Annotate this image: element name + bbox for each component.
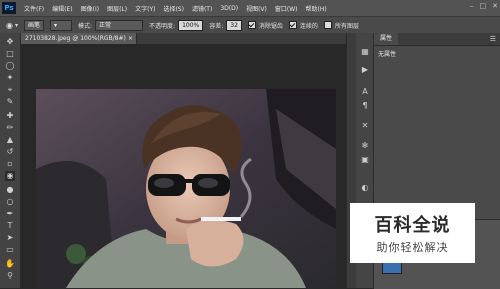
chevron-down-icon: ▾ — [14, 21, 18, 29]
opacity-field[interactable]: 100% — [178, 19, 204, 31]
hand-icon[interactable]: ✋ — [5, 259, 15, 269]
panel-menu-icon[interactable]: ☰ — [490, 35, 496, 43]
pattern-picker[interactable]: ▾ — [50, 19, 73, 31]
checkbox-icon — [247, 21, 256, 29]
dodge-icon[interactable]: ○ — [5, 197, 15, 207]
mode-select[interactable]: 正常 — [95, 19, 144, 31]
document-tab[interactable]: 27103828.jpeg @ 100%(RGB/8#) × — [21, 33, 137, 44]
tab-properties[interactable]: 属性 — [374, 33, 399, 45]
menu-image[interactable]: 图像(I) — [81, 4, 99, 13]
menu-help[interactable]: 帮助(H) — [306, 4, 327, 13]
document-image — [36, 89, 336, 288]
document-title: 27103828.jpeg @ 100%(RGB/8#) — [25, 35, 126, 42]
menu-type[interactable]: 文字(Y) — [135, 4, 155, 13]
path-select-icon[interactable]: ➤ — [5, 233, 15, 243]
menu-edit[interactable]: 编辑(E) — [52, 4, 72, 13]
crop-icon[interactable]: ⌖ — [5, 85, 15, 95]
window-controls: – □ ✕ — [470, 2, 498, 10]
lasso-icon[interactable]: ◯ — [5, 61, 15, 71]
clone-stamp-icon[interactable]: ▲ — [5, 135, 15, 145]
fill-source-select[interactable]: 画笔 — [24, 19, 45, 31]
panel-tab-bar: 属性 ☰ — [374, 33, 500, 46]
antialias-checkbox[interactable]: 消除锯齿 — [247, 21, 283, 30]
pattern-swatch: ▾ — [50, 19, 73, 31]
menu-3d[interactable]: 3D(D) — [220, 5, 238, 12]
healing-icon[interactable]: ✚ — [5, 111, 15, 121]
mode-label: 模式: — [78, 22, 93, 30]
brush-panel-icon[interactable]: ✻ — [360, 141, 370, 151]
actions-panel-icon[interactable]: ▶ — [360, 65, 370, 75]
close-tab-icon[interactable]: × — [128, 33, 133, 44]
contiguous-label: 连续的 — [299, 22, 318, 30]
paint-bucket-icon: ◉ — [6, 20, 13, 30]
properties-empty-text: 无属性 — [378, 51, 397, 58]
fill-source-value: 画笔 — [24, 19, 45, 31]
history-brush-icon[interactable]: ↺ — [5, 147, 15, 157]
menu-filter[interactable]: 滤镜(T) — [192, 4, 212, 13]
checkbox-icon — [323, 21, 332, 29]
quick-select-icon[interactable]: ✦ — [5, 73, 15, 83]
menu-layer[interactable]: 图层(L) — [107, 4, 127, 13]
paint-bucket-icon[interactable]: ◉ — [5, 171, 15, 181]
opacity-label: 不透明度: — [149, 22, 176, 30]
tolerance-field[interactable]: 32 — [226, 19, 242, 31]
eyedropper-icon[interactable]: ✎ — [5, 97, 15, 107]
watermark-title: 百科全说 — [374, 215, 451, 236]
eraser-icon[interactable]: ▫ — [5, 159, 15, 169]
character-panel-icon[interactable]: A — [360, 87, 370, 97]
type-icon[interactable]: T — [5, 221, 15, 231]
adjustments-icon[interactable]: ◐ — [360, 183, 370, 193]
close-button[interactable]: ✕ — [492, 2, 498, 10]
shape-icon[interactable]: ▭ — [5, 245, 15, 255]
toolbox: ✥ □ ◯ ✦ ⌖ ✎ ✚ ✏ ▲ ↺ ▫ ◉ ● ○ ✒ T ➤ ▭ ✋ ⚲ — [0, 33, 21, 288]
menu-view[interactable]: 视图(V) — [246, 4, 267, 13]
history-panel-icon[interactable]: ▦ — [360, 47, 370, 57]
checkbox-icon — [288, 21, 297, 29]
all-layers-label: 所有图层 — [334, 22, 359, 30]
tolerance-label: 容差: — [209, 22, 224, 30]
canvas-area[interactable] — [21, 44, 346, 288]
brush-icon[interactable]: ✏ — [5, 123, 15, 133]
maximize-button[interactable]: □ — [480, 2, 487, 10]
menu-select[interactable]: 选择(S) — [163, 4, 184, 13]
tool-preset-picker[interactable]: ◉ ▾ — [6, 21, 18, 30]
photoshop-logo: Ps — [2, 2, 16, 14]
tool-presets-icon[interactable]: ✕ — [360, 121, 370, 131]
menu-file[interactable]: 文件(F) — [24, 4, 44, 13]
clone-source-icon[interactable]: ▣ — [360, 155, 370, 165]
all-layers-checkbox[interactable]: 所有图层 — [323, 21, 359, 30]
move-icon[interactable]: ✥ — [5, 37, 15, 47]
menu-window[interactable]: 窗口(W) — [275, 4, 298, 13]
paragraph-panel-icon[interactable]: ¶ — [360, 101, 370, 111]
tab-strip — [137, 33, 346, 44]
zoom-icon[interactable]: ⚲ — [5, 271, 15, 281]
marquee-icon[interactable]: □ — [5, 49, 15, 59]
pen-icon[interactable]: ✒ — [5, 209, 15, 219]
menu-bar: Ps 文件(F) 编辑(E) 图像(I) 图层(L) 文字(Y) 选择(S) 滤… — [0, 0, 500, 16]
antialias-label: 消除锯齿 — [258, 22, 283, 30]
watermark-subtitle: 助你轻松解决 — [376, 241, 449, 254]
contiguous-checkbox[interactable]: 连续的 — [288, 21, 318, 30]
minimize-button[interactable]: – — [470, 2, 474, 10]
options-bar: ◉ ▾ 画笔 ▾ 模式: 正常 不透明度: 100% 容差: 32 消除锯齿 连… — [0, 16, 500, 34]
watermark-logo: 百科全说 助你轻松解决 — [350, 203, 475, 263]
blur-icon[interactable]: ● — [5, 185, 15, 195]
